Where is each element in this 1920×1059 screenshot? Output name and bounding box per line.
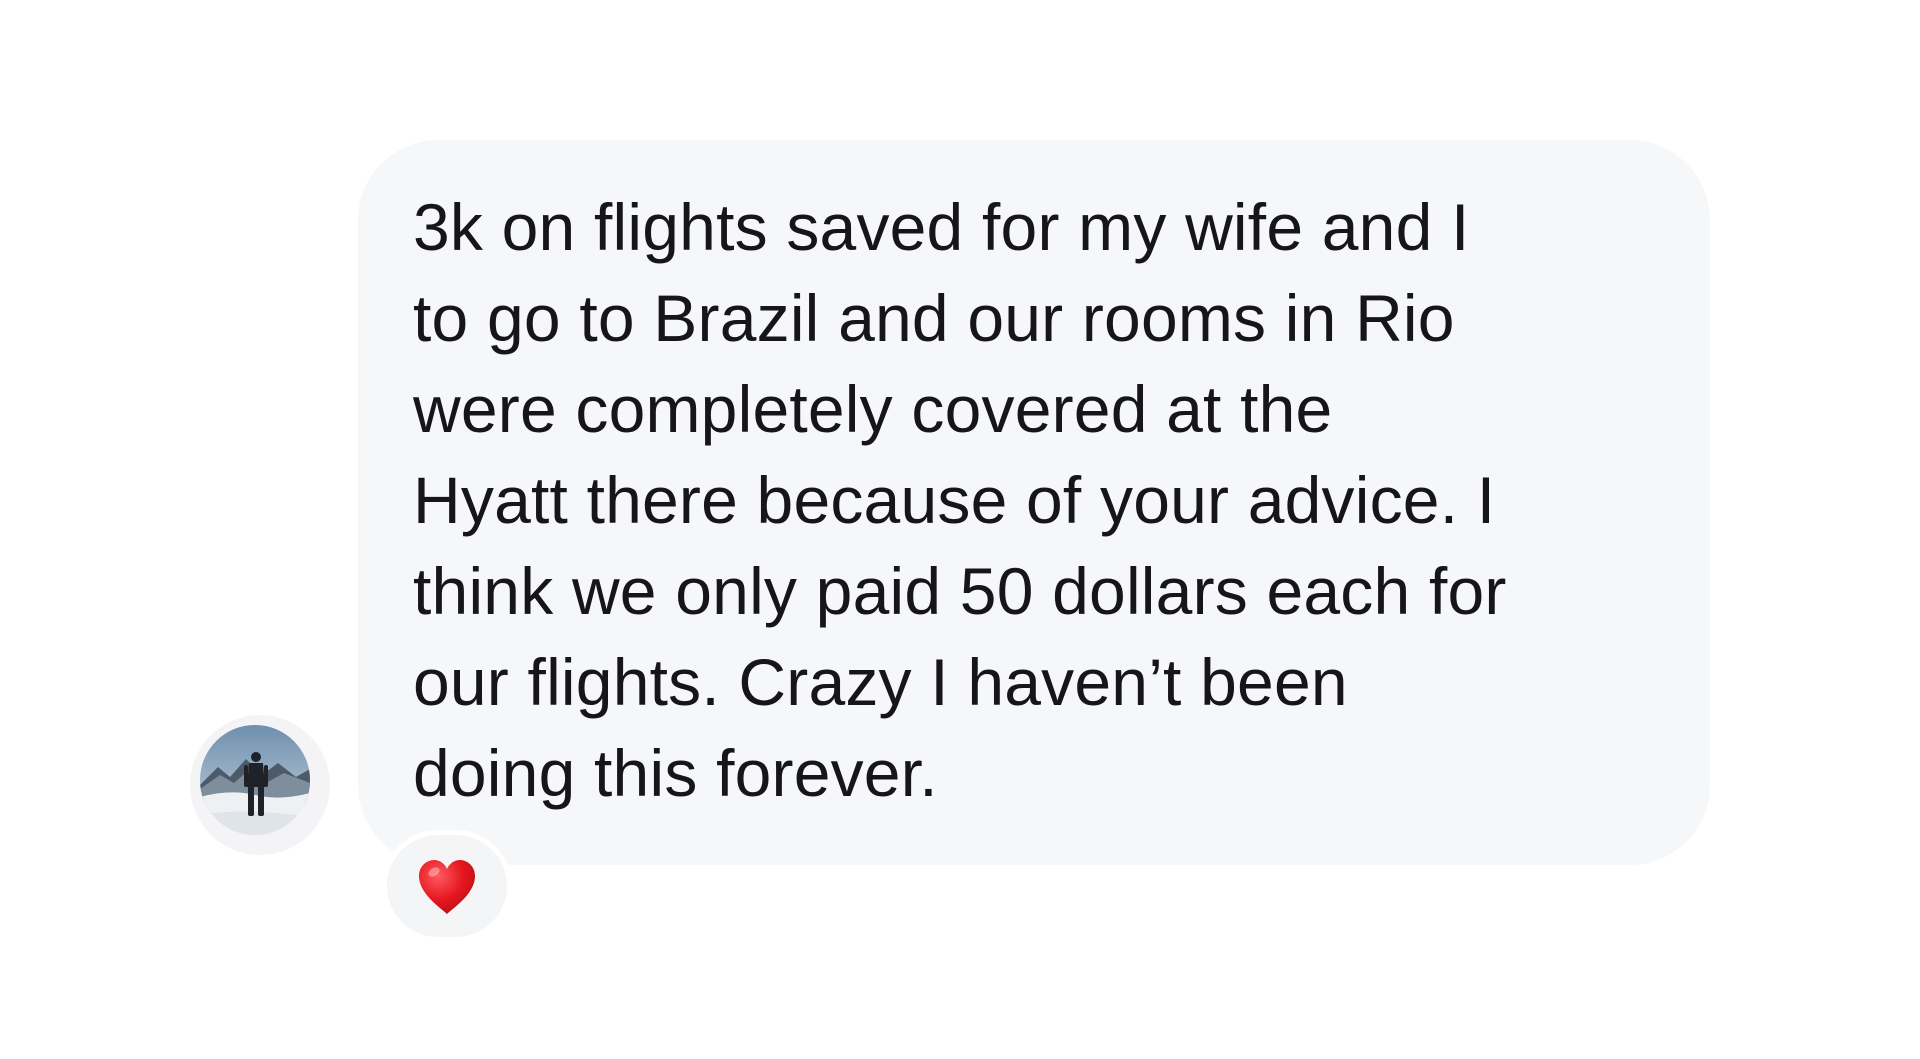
message-text: 3k on flights saved for my wife and I to… [413, 182, 1683, 819]
message-bubble[interactable]: 3k on flights saved for my wife and I to… [358, 140, 1710, 865]
sender-avatar[interactable] [190, 715, 330, 855]
profile-photo-icon [200, 725, 310, 835]
message-line: Hyatt there because of your advice. I [413, 463, 1496, 537]
red-heart-icon [419, 860, 475, 914]
chat-canvas: 3k on flights saved for my wife and I to… [0, 0, 1920, 1059]
message-line: 3k on flights saved for my wife and I [413, 190, 1470, 264]
message-line: to go to Brazil and our rooms in Rio [413, 281, 1455, 355]
heart-reaction-badge[interactable] [382, 830, 512, 942]
message-line: think we only paid 50 dollars each for [413, 554, 1507, 628]
message-line: our flights. Crazy I haven’t been [413, 645, 1348, 719]
message-line: were completely covered at the [413, 372, 1333, 446]
message-line: doing this forever. [413, 736, 938, 810]
